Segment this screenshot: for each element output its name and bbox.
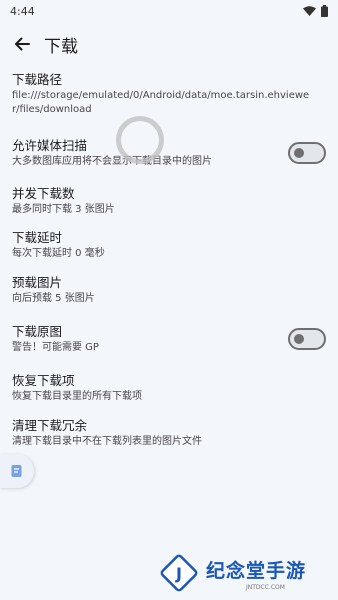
setting-download-original[interactable]: 下载原图 警告！可能需要 GP	[0, 324, 338, 358]
setting-download-delay[interactable]: 下载延时 每次下载延时 0 毫秒	[0, 230, 338, 261]
watermark: J 纪念堂手游 JNTDCC.COM	[134, 548, 338, 600]
setting-summary: 清理下载目录中不在下载列表里的图片文件	[12, 436, 202, 447]
setting-media-scan[interactable]: 允许媒体扫描 大多数图库应用将不会显示下载目录中的图片	[0, 138, 338, 172]
note-icon	[11, 465, 22, 477]
setting-summary: file:///storage/emulated/0/Android/data/…	[12, 90, 310, 115]
setting-title: 下载路径	[12, 72, 63, 87]
status-bar: 4:44	[0, 0, 338, 22]
app-bar: 下载	[0, 24, 338, 64]
watermark-logo-icon: J	[160, 554, 198, 592]
status-time: 4:44	[10, 4, 35, 18]
setting-download-path[interactable]: 下载路径 file:///storage/emulated/0/Android/…	[0, 72, 338, 117]
setting-summary: 警告！可能需要 GP	[12, 342, 99, 353]
download-original-switch[interactable]	[288, 328, 326, 350]
wifi-icon	[303, 6, 316, 16]
back-button[interactable]	[2, 24, 42, 64]
media-scan-switch[interactable]	[288, 142, 326, 164]
setting-title: 恢复下载项	[12, 373, 75, 388]
arrow-left-icon	[15, 37, 30, 51]
svg-text:J: J	[175, 564, 182, 583]
side-float-button[interactable]	[0, 454, 34, 488]
setting-title: 清理下载冗余	[12, 418, 88, 433]
setting-summary: 最多同时下载 3 张图片	[12, 204, 115, 215]
setting-summary: 恢复下载目录里的所有下载项	[12, 391, 142, 402]
status-icons	[303, 5, 328, 17]
setting-title: 下载延时	[12, 230, 63, 245]
switch-thumb	[294, 334, 304, 344]
setting-summary: 每次下载延时 0 毫秒	[12, 248, 105, 259]
setting-preload-images[interactable]: 预载图片 向后预载 5 张图片	[0, 275, 338, 306]
setting-title: 预载图片	[12, 275, 63, 290]
setting-concurrent-downloads[interactable]: 并发下载数 最多同时下载 3 张图片	[0, 186, 338, 217]
watermark-text: 纪念堂手游	[206, 560, 307, 582]
setting-summary: 大多数图库应用将不会显示下载目录中的图片	[12, 156, 212, 167]
setting-title: 并发下载数	[12, 186, 75, 201]
watermark-subtext: JNTDCC.COM	[246, 584, 285, 591]
battery-icon	[321, 5, 328, 17]
switch-thumb	[294, 148, 304, 158]
page-title: 下载	[44, 36, 78, 57]
setting-clean-redundancy[interactable]: 清理下载冗余 清理下载目录中不在下载列表里的图片文件	[0, 418, 338, 449]
setting-restore-downloads[interactable]: 恢复下载项 恢复下载目录里的所有下载项	[0, 373, 338, 404]
loading-spinner	[116, 116, 164, 164]
setting-summary: 向后预载 5 张图片	[12, 293, 95, 304]
